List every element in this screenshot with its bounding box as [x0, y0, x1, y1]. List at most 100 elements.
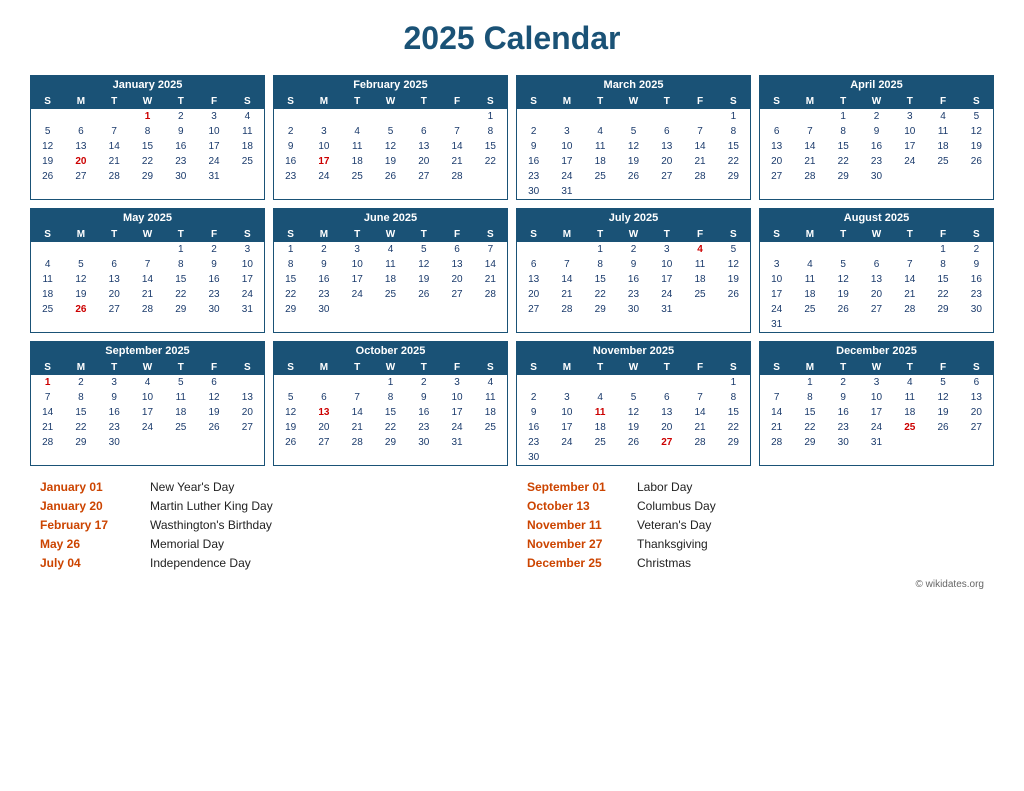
cal-day: 22: [827, 154, 860, 169]
cal-day: 26: [926, 420, 959, 435]
cal-day: 21: [760, 420, 793, 435]
cal-day: [131, 435, 164, 450]
cal-day: [341, 375, 374, 390]
day-header: F: [197, 227, 230, 242]
day-header: F: [440, 94, 473, 109]
cal-day: 2: [960, 242, 993, 257]
cal-day: 30: [617, 302, 650, 317]
cal-day: 8: [64, 390, 97, 405]
cal-day: 25: [584, 435, 617, 450]
day-header: W: [860, 94, 893, 109]
day-header: T: [341, 94, 374, 109]
cal-day: 1: [131, 109, 164, 124]
cal-day: 13: [650, 139, 683, 154]
cal-day: [827, 317, 860, 332]
cal-day: 13: [960, 390, 993, 405]
cal-day: 6: [307, 390, 340, 405]
cal-day: [440, 302, 473, 317]
cal-day: 7: [31, 390, 64, 405]
day-header: S: [760, 227, 793, 242]
day-header: S: [960, 227, 993, 242]
day-header: S: [231, 227, 264, 242]
cal-day: 16: [827, 405, 860, 420]
cal-day: [584, 184, 617, 199]
cal-day: 8: [374, 390, 407, 405]
cal-day: 8: [584, 257, 617, 272]
month-11: November 2025SMTWTFS12345678910111213141…: [516, 341, 751, 466]
cal-day: 2: [517, 390, 550, 405]
holiday-item: November 11Veteran's Day: [527, 518, 984, 532]
cal-day: 28: [474, 287, 507, 302]
cal-day: 22: [584, 287, 617, 302]
cal-day: 6: [860, 257, 893, 272]
cal-day: 15: [717, 405, 750, 420]
day-header: T: [584, 94, 617, 109]
cal-day: 5: [164, 375, 197, 390]
cal-day: [131, 242, 164, 257]
holidays-left: January 01New Year's DayJanuary 20Martin…: [40, 480, 497, 575]
cal-day: [550, 242, 583, 257]
day-header: S: [517, 94, 550, 109]
cal-day: 27: [650, 169, 683, 184]
cal-day: 10: [231, 257, 264, 272]
cal-day: 7: [474, 242, 507, 257]
cal-day: 23: [307, 287, 340, 302]
day-header: T: [893, 94, 926, 109]
cal-day: 12: [960, 124, 993, 139]
cal-day: 29: [827, 169, 860, 184]
cal-day: [793, 242, 826, 257]
cal-day: 12: [617, 405, 650, 420]
cal-day: [474, 302, 507, 317]
cal-day: 14: [131, 272, 164, 287]
cal-day: 15: [131, 139, 164, 154]
cal-day: 1: [164, 242, 197, 257]
day-header: M: [307, 94, 340, 109]
cal-day: 28: [31, 435, 64, 450]
cal-day: 10: [307, 139, 340, 154]
cal-day: 24: [550, 435, 583, 450]
cal-day: [893, 317, 926, 332]
cal-day: 10: [860, 390, 893, 405]
cal-day: 11: [793, 272, 826, 287]
cal-day: 16: [517, 154, 550, 169]
cal-day: 17: [550, 420, 583, 435]
day-header: M: [64, 94, 97, 109]
cal-day: 6: [64, 124, 97, 139]
cal-day: 23: [860, 154, 893, 169]
cal-day: 8: [474, 124, 507, 139]
cal-day: [617, 184, 650, 199]
cal-day: [683, 302, 716, 317]
cal-day: 27: [650, 435, 683, 450]
cal-day: 14: [550, 272, 583, 287]
cal-day: 27: [64, 169, 97, 184]
day-header: W: [131, 94, 164, 109]
cal-day: 27: [960, 420, 993, 435]
cal-day: 16: [98, 405, 131, 420]
cal-day: 15: [474, 139, 507, 154]
cal-day: [550, 450, 583, 465]
cal-day: 24: [550, 169, 583, 184]
cal-day: [517, 242, 550, 257]
cal-day: 3: [341, 242, 374, 257]
cal-day: 10: [893, 124, 926, 139]
day-header: S: [274, 227, 307, 242]
cal-day: 21: [550, 287, 583, 302]
cal-day: 22: [64, 420, 97, 435]
cal-day: 6: [440, 242, 473, 257]
cal-day: [926, 435, 959, 450]
day-header: T: [407, 360, 440, 375]
holiday-item: January 01New Year's Day: [40, 480, 497, 494]
holiday-item: July 04Independence Day: [40, 556, 497, 570]
cal-day: 21: [341, 420, 374, 435]
cal-day: 23: [517, 169, 550, 184]
cal-day: 22: [717, 420, 750, 435]
cal-day: 11: [926, 124, 959, 139]
cal-day: [960, 317, 993, 332]
cal-day: [893, 435, 926, 450]
cal-day: 31: [860, 435, 893, 450]
cal-day: 19: [617, 420, 650, 435]
cal-day: 22: [274, 287, 307, 302]
cal-day: 28: [760, 435, 793, 450]
holiday-date: December 25: [527, 556, 637, 570]
cal-day: 3: [231, 242, 264, 257]
